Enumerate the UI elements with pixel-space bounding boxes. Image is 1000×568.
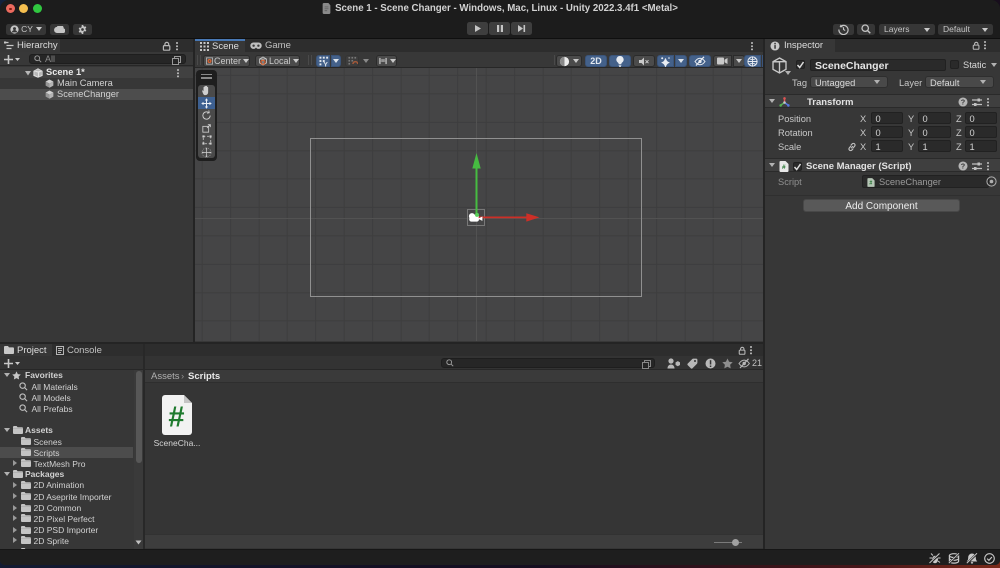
- svg-text:?: ?: [961, 161, 966, 170]
- svg-text:#: #: [782, 164, 786, 171]
- svg-text:?: ?: [961, 97, 966, 106]
- svg-text:#: #: [168, 402, 184, 434]
- svg-text:Y: Y: [323, 61, 328, 66]
- svg-text:#: #: [869, 180, 872, 186]
